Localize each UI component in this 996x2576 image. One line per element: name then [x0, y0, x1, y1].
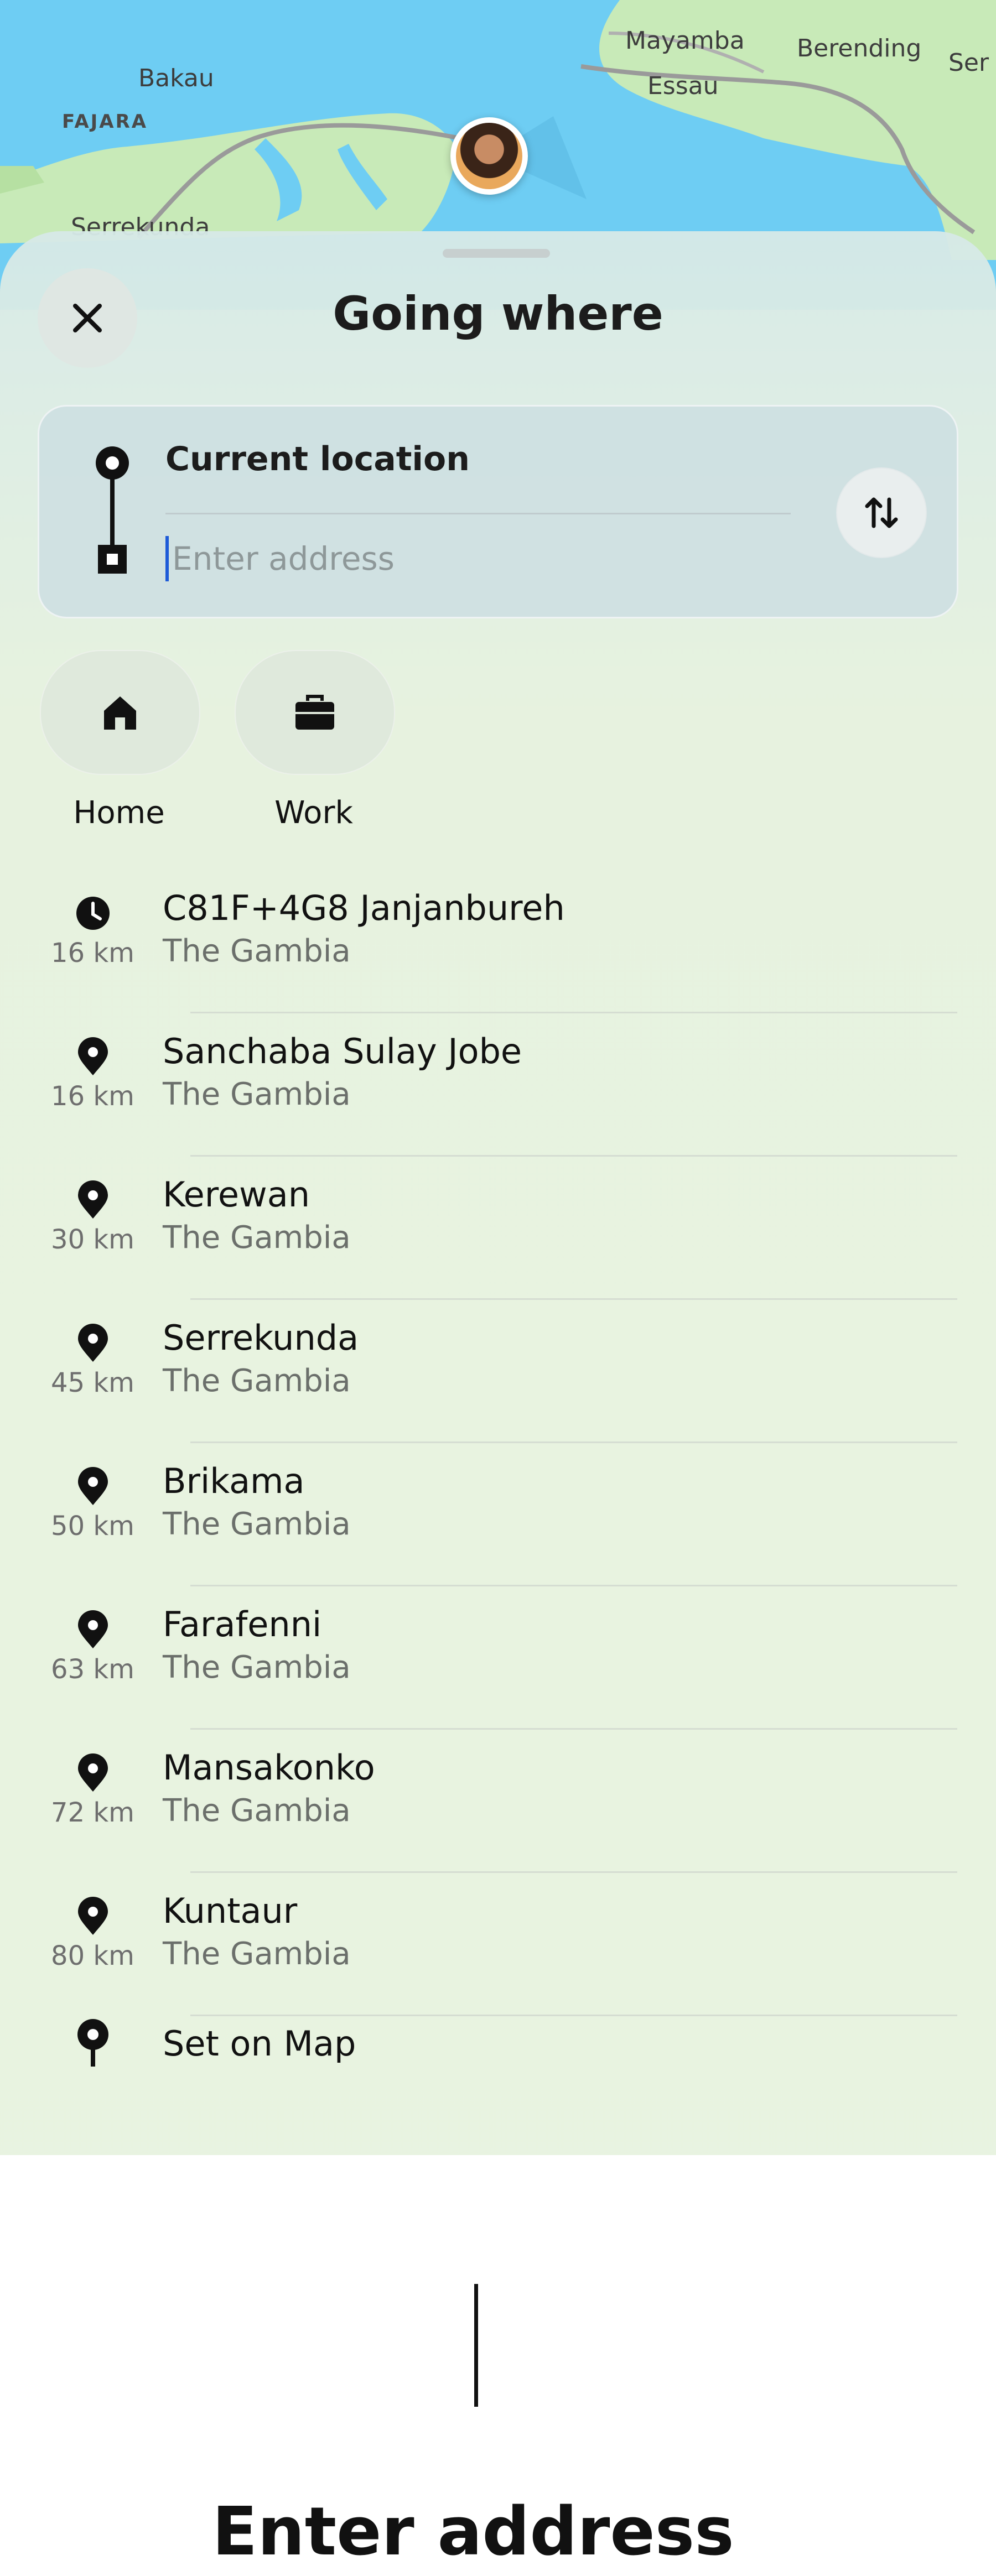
place-distance: 72 km	[51, 1797, 134, 1828]
swap-vertical-icon	[865, 497, 898, 528]
pin-icon	[78, 1753, 108, 1792]
place-subtitle: The Gambia	[163, 1363, 351, 1399]
place-subtitle: The Gambia	[163, 1793, 351, 1829]
place-subtitle: The Gambia	[163, 1649, 351, 1685]
place-name: Brikama	[163, 1461, 305, 1501]
pin-icon	[78, 1180, 108, 1219]
map-label-ser: Ser	[948, 49, 989, 77]
set-on-map-label: Set on Map	[163, 2023, 356, 2064]
place-name: Kuntaur	[163, 1891, 298, 1931]
pin-icon	[78, 1897, 108, 1935]
place-subtitle: The Gambia	[163, 1936, 351, 1972]
place-name: Farafenni	[163, 1604, 322, 1645]
list-item[interactable]: 16 km Sanchaba Sulay Jobe The Gambia	[0, 1013, 996, 1157]
place-subtitle: The Gambia	[163, 1506, 351, 1542]
user-avatar[interactable]	[450, 117, 528, 195]
map-pin-icon	[77, 2019, 108, 2067]
shortcut-work-button[interactable]	[235, 650, 395, 775]
keyboard-prompt: Enter address	[212, 2494, 734, 2570]
sheet-grabber[interactable]	[443, 249, 550, 258]
pin-icon	[78, 1610, 108, 1648]
place-distance: 80 km	[51, 1940, 134, 1971]
place-name: Mansakonko	[163, 1747, 375, 1788]
list-item[interactable]: 50 km Brikama The Gambia	[0, 1443, 996, 1586]
shortcut-home-button[interactable]	[40, 650, 200, 775]
map-label-mayamba: Mayamba	[625, 27, 745, 55]
map-label-bakau: Bakau	[138, 64, 214, 92]
pin-icon	[78, 1467, 108, 1505]
list-item[interactable]: 16 km C81F+4G8 Janjanbureh The Gambia	[0, 870, 996, 1013]
place-subtitle: The Gambia	[163, 933, 351, 969]
pin-icon	[78, 1324, 108, 1362]
list-item[interactable]: 63 km Farafenni The Gambia	[0, 1586, 996, 1730]
map-label-fajara: FAJARA	[62, 111, 148, 133]
address-divider	[165, 513, 791, 514]
list-item[interactable]: 30 km Kerewan The Gambia	[0, 1157, 996, 1300]
place-subtitle: The Gambia	[163, 1076, 351, 1112]
destination-input[interactable]	[172, 534, 781, 584]
place-distance: 45 km	[51, 1367, 134, 1398]
place-distance: 50 km	[51, 1511, 134, 1542]
page-title: Going where	[333, 287, 663, 341]
avatar-photo	[456, 123, 522, 189]
list-item[interactable]: 45 km Serrekunda The Gambia	[0, 1300, 996, 1443]
destination-sheet: Going where Current location Home	[0, 231, 996, 2155]
briefcase-icon	[295, 695, 334, 730]
text-cursor	[474, 2284, 478, 2407]
swap-button[interactable]	[836, 467, 927, 558]
place-name: Kerewan	[163, 1174, 310, 1215]
list-item[interactable]: 72 km Mansakonko The Gambia	[0, 1730, 996, 1873]
route-icon	[96, 446, 129, 574]
origin-field[interactable]: Current location	[165, 440, 470, 478]
keyboard-area: Enter address	[0, 2155, 996, 2576]
place-distance: 16 km	[51, 1081, 134, 1112]
place-subtitle: The Gambia	[163, 1220, 351, 1256]
shortcut-home[interactable]: Home	[37, 650, 203, 838]
place-name: Serrekunda	[163, 1318, 359, 1358]
home-icon	[104, 696, 136, 730]
places-list: 16 km C81F+4G8 Janjanbureh The Gambia 16…	[0, 870, 996, 2016]
clock-icon	[76, 897, 110, 930]
place-name: Sanchaba Sulay Jobe	[163, 1031, 522, 1071]
text-caret	[165, 536, 169, 581]
place-distance: 63 km	[51, 1654, 134, 1685]
address-card: Current location	[38, 405, 958, 618]
set-on-map-button[interactable]: Set on Map	[0, 1995, 996, 2089]
place-name: C81F+4G8 Janjanbureh	[163, 888, 565, 928]
shortcut-work[interactable]: Work	[231, 650, 397, 838]
place-distance: 16 km	[51, 938, 134, 969]
map-label-essau: Essau	[647, 72, 719, 100]
shortcut-work-label: Work	[274, 795, 353, 831]
place-distance: 30 km	[51, 1224, 134, 1255]
map-label-berending: Berending	[797, 34, 922, 63]
pin-icon	[78, 1037, 108, 1075]
shortcut-home-label: Home	[73, 795, 165, 831]
